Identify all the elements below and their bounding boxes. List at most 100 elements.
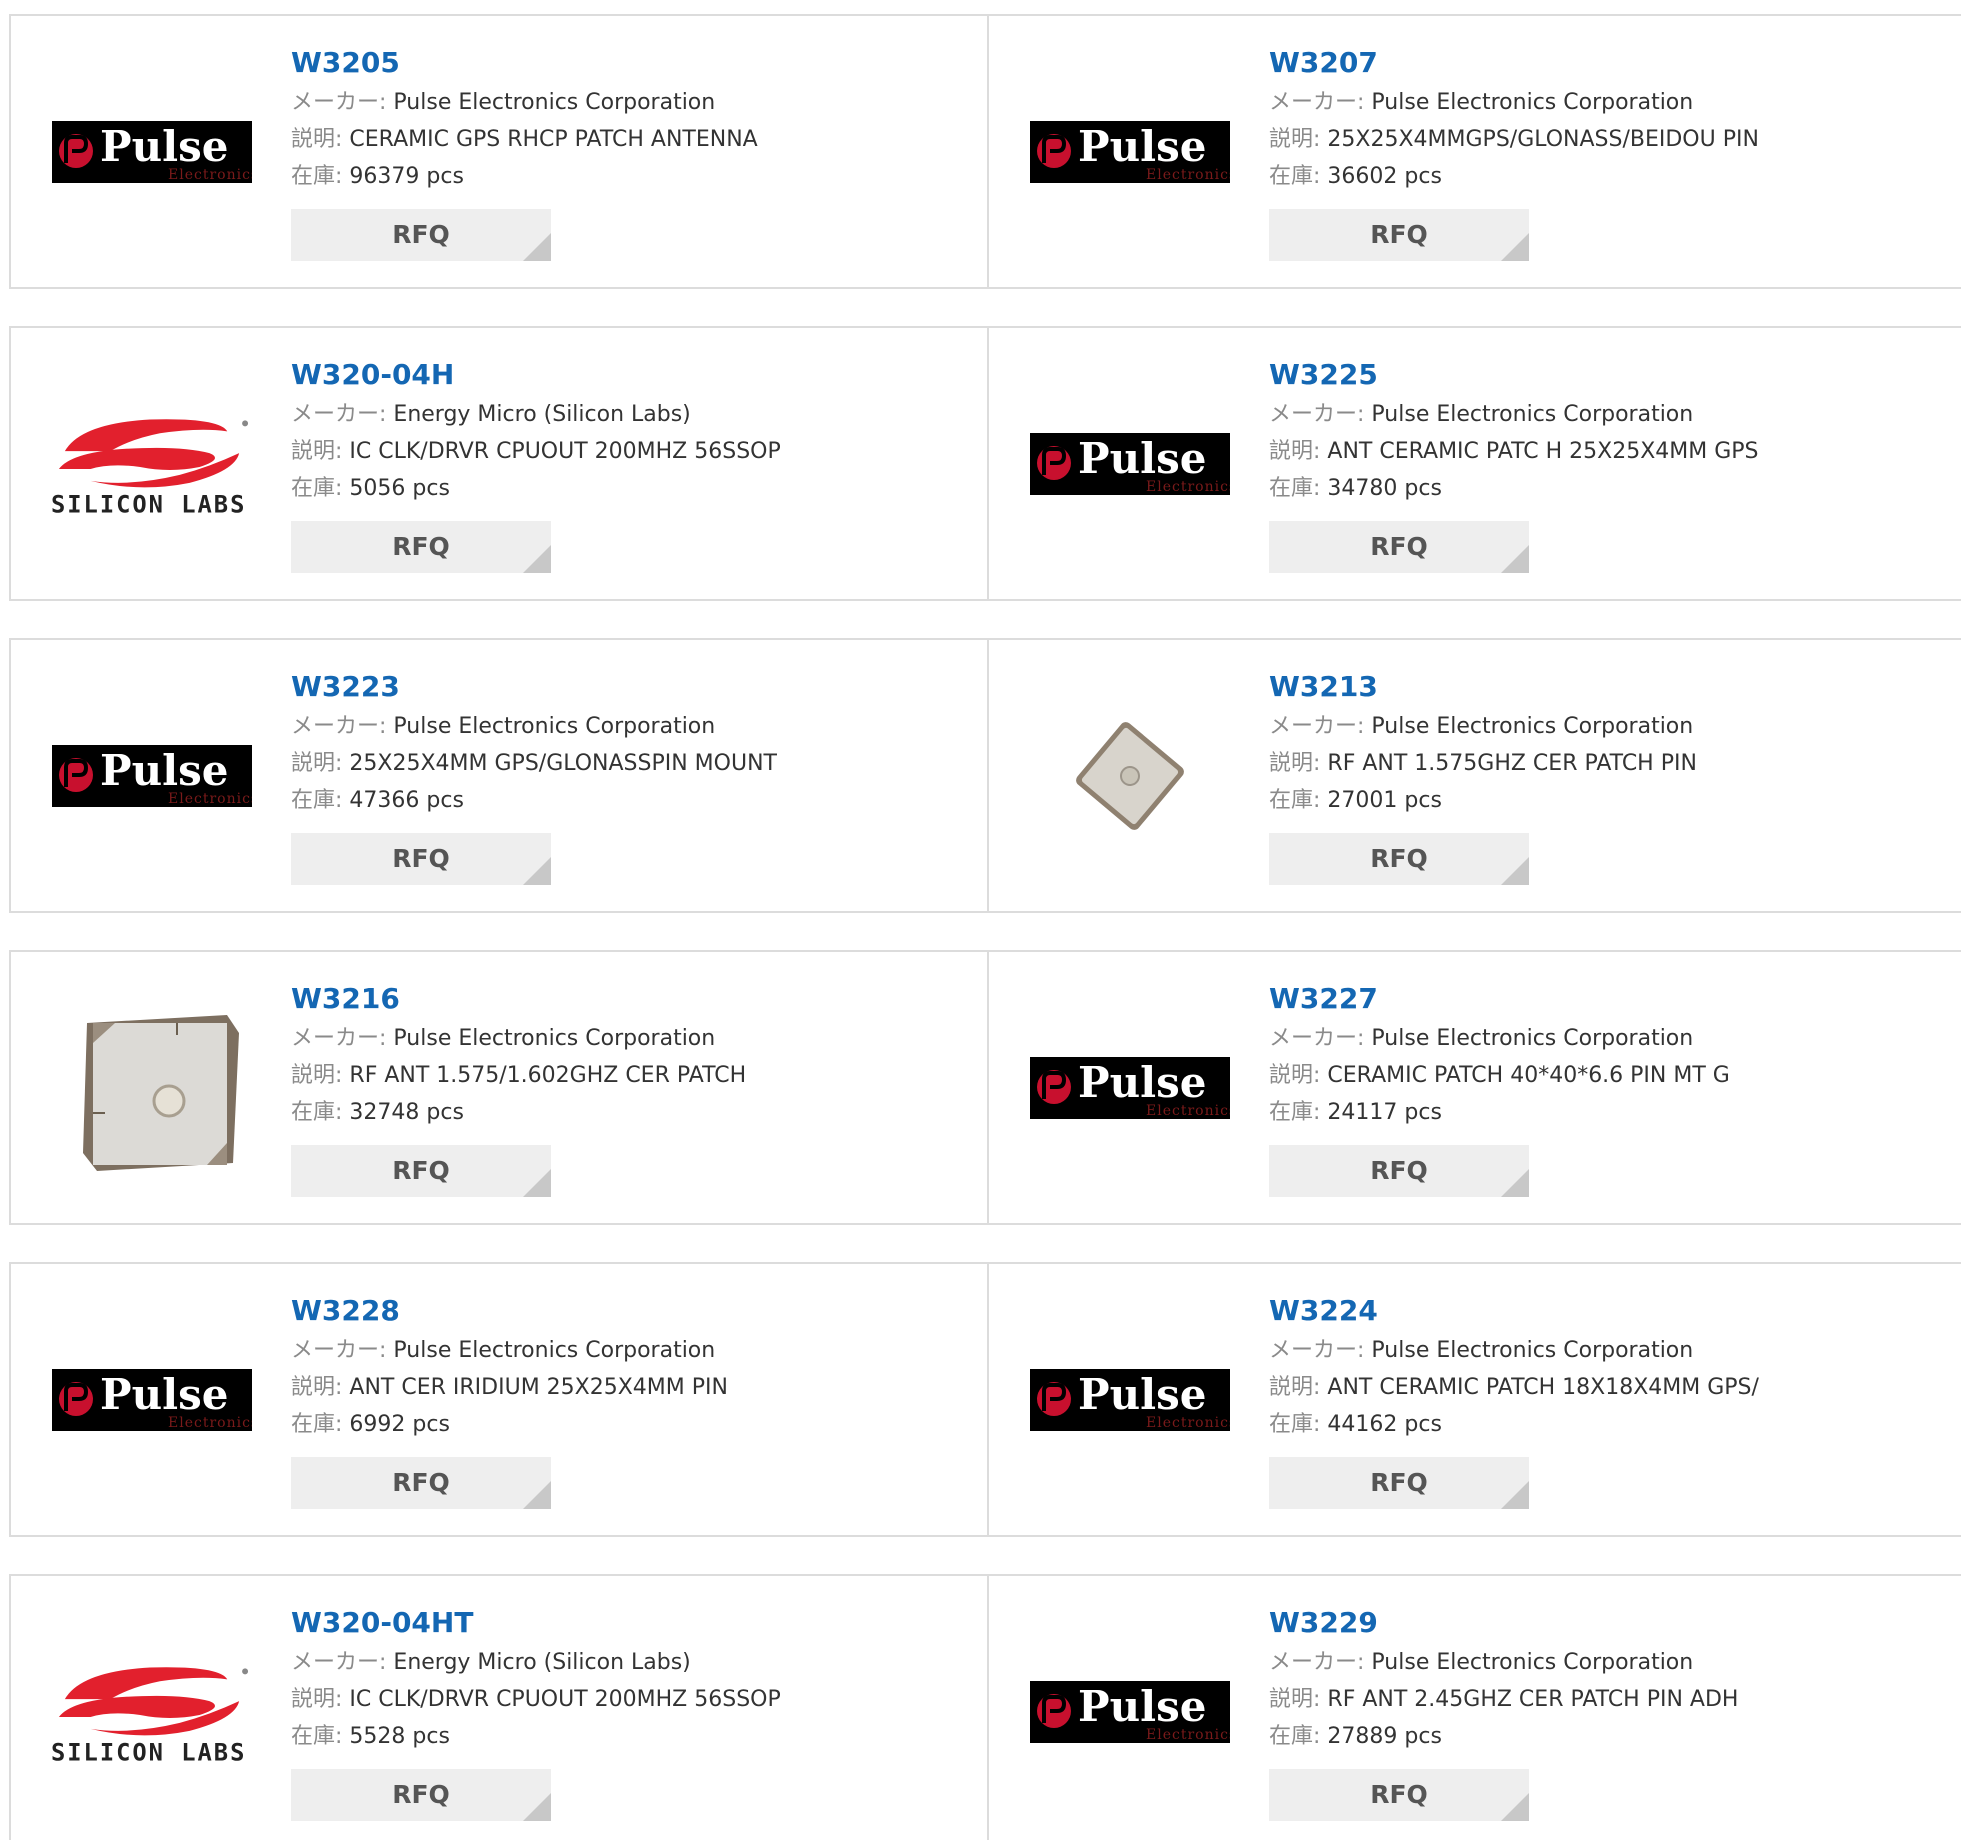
silicon-labs-logo: SILICON LABS [51,418,249,518]
maker-line: メーカー: Pulse Electronics Corporation [1269,1644,1738,1681]
pulse-logo-word: Pulse [1078,1058,1206,1107]
product-image[interactable] [51,1013,253,1171]
part-number-link[interactable]: W3223 [291,670,777,708]
rfq-corner-decoration [523,545,551,573]
rfq-label: RFQ [1370,1780,1428,1809]
part-number-link[interactable]: W3207 [1269,46,1759,84]
rfq-label: RFQ [1370,844,1428,873]
maker-label: メーカー: [1269,714,1365,739]
product-card: Pulse Electronics W3225 メーカー: Pulse Elec… [989,328,1961,599]
product-image[interactable]: Pulse Electronics [1029,77,1231,227]
maker-value: Pulse Electronics Corporation [1371,1026,1694,1051]
rfq-corner-decoration [1501,1481,1529,1509]
maker-value: Pulse Electronics Corporation [1371,1338,1694,1363]
product-row: Pulse Electronics W3205 メーカー: Pulse Elec… [9,14,1961,289]
stock-line: 在庫: 32748 pcs [291,1094,746,1131]
rfq-button[interactable]: RFQ [1269,1457,1529,1509]
rfq-button[interactable]: RFQ [1269,209,1529,261]
product-info: W3205 メーカー: Pulse Electronics Corporatio… [291,46,758,261]
maker-line: メーカー: Pulse Electronics Corporation [1269,84,1759,121]
product-info: W3213 メーカー: Pulse Electronics Corporatio… [1269,670,1697,885]
part-number-link[interactable]: W3213 [1269,670,1697,708]
part-number-link[interactable]: W3216 [291,982,746,1020]
product-info: W3227 メーカー: Pulse Electronics Corporatio… [1269,982,1730,1197]
maker-label: メーカー: [291,90,387,115]
stock-value: 6992 pcs [349,1412,450,1437]
part-number-link[interactable]: W3225 [1269,358,1759,396]
maker-line: メーカー: Pulse Electronics Corporation [291,1332,728,1369]
maker-line: メーカー: Pulse Electronics Corporation [1269,1020,1730,1057]
rfq-button[interactable]: RFQ [1269,833,1529,885]
maker-value: Pulse Electronics Corporation [393,1338,716,1363]
pulse-logo-sub: Electronics [1146,1103,1230,1119]
stock-line: 在庫: 47366 pcs [291,782,777,819]
pulse-logo-word: Pulse [100,122,228,171]
product-image[interactable]: Pulse Electronics [1029,1637,1231,1787]
rfq-button[interactable]: RFQ [291,209,551,261]
maker-label: メーカー: [291,1650,387,1675]
description-value: RF ANT 1.575/1.602GHZ CER PATCH [349,1063,747,1088]
product-image[interactable]: SILICON LABS [51,389,253,539]
part-number-link[interactable]: W3227 [1269,982,1730,1020]
product-card: Pulse Electronics W3229 メーカー: Pulse Elec… [989,1576,1961,1840]
description-label: 説明: [1269,439,1321,464]
product-image[interactable] [1029,701,1231,851]
description-value: RF ANT 1.575GHZ CER PATCH PIN [1327,751,1697,776]
stock-line: 在庫: 27889 pcs [1269,1718,1738,1755]
stock-value: 44162 pcs [1327,1412,1442,1437]
product-card: W3213 メーカー: Pulse Electronics Corporatio… [989,640,1961,911]
description-value: CERAMIC PATCH 40*40*6.6 PIN MT G [1327,1063,1730,1088]
maker-value: Energy Micro (Silicon Labs) [393,402,691,427]
rfq-label: RFQ [392,844,450,873]
description-label: 説明: [291,1687,343,1712]
rfq-button[interactable]: RFQ [291,833,551,885]
part-number-link[interactable]: W3229 [1269,1606,1738,1644]
pulse-logo-sub: Electronics [168,167,252,183]
rfq-button[interactable]: RFQ [1269,1145,1529,1197]
product-image[interactable]: Pulse Electronics [51,701,253,851]
product-info: W3225 メーカー: Pulse Electronics Corporatio… [1269,358,1759,573]
description-line: 説明: RF ANT 1.575GHZ CER PATCH PIN [1269,745,1697,782]
description-line: 説明: ANT CERAMIC PATCH 18X18X4MM GPS/ [1269,1369,1759,1406]
part-number-link[interactable]: W320-04H [291,358,781,396]
rfq-button[interactable]: RFQ [291,1457,551,1509]
pulse-logo: Pulse Electronics [52,120,252,183]
description-label: 説明: [291,127,343,152]
description-label: 説明: [291,1063,343,1088]
maker-value: Pulse Electronics Corporation [1371,714,1694,739]
pulse-logo-sub: Electronics [168,791,252,807]
product-image[interactable]: Pulse Electronics [51,77,253,227]
rfq-button[interactable]: RFQ [291,1769,551,1821]
pulse-logo-word: Pulse [1078,122,1206,171]
maker-label: メーカー: [1269,90,1365,115]
rfq-button[interactable]: RFQ [1269,1769,1529,1821]
product-image[interactable]: Pulse Electronics [1029,389,1231,539]
maker-line: メーカー: Energy Micro (Silicon Labs) [291,1644,781,1681]
product-image[interactable]: Pulse Electronics [1029,1013,1231,1163]
part-number-link[interactable]: W320-04HT [291,1606,781,1644]
description-value: 25X25X4MMGPS/GLONASS/BEIDOU PIN [1327,127,1759,152]
part-number-link[interactable]: W3224 [1269,1294,1759,1332]
rfq-button[interactable]: RFQ [291,521,551,573]
description-label: 説明: [291,751,343,776]
rfq-corner-decoration [523,1169,551,1197]
product-card: SILICON LABS W320-04H メーカー: Energy Micro… [11,328,989,599]
maker-value: Pulse Electronics Corporation [393,1026,716,1051]
description-value: CERAMIC GPS RHCP PATCH ANTENNA [349,127,758,152]
description-value: ANT CERAMIC PATC H 25X25X4MM GPS [1327,439,1759,464]
description-line: 説明: RF ANT 2.45GHZ CER PATCH PIN ADH [1269,1681,1738,1718]
part-number-link[interactable]: W3205 [291,46,758,84]
maker-label: メーカー: [1269,1026,1365,1051]
product-image[interactable]: Pulse Electronics [1029,1325,1231,1475]
rfq-button[interactable]: RFQ [291,1145,551,1197]
description-line: 説明: 25X25X4MM GPS/GLONASSPIN MOUNT [291,745,777,782]
product-image[interactable]: SILICON LABS [51,1637,253,1787]
rfq-button[interactable]: RFQ [1269,521,1529,573]
stock-value: 27001 pcs [1327,788,1442,813]
product-row: SILICON LABS W320-04HT メーカー: Energy Micr… [9,1574,1961,1840]
description-label: 説明: [291,439,343,464]
part-number-link[interactable]: W3228 [291,1294,728,1332]
rfq-corner-decoration [523,1481,551,1509]
product-image[interactable]: Pulse Electronics [51,1325,253,1475]
product-info: W320-04H メーカー: Energy Micro (Silicon Lab… [291,358,781,573]
